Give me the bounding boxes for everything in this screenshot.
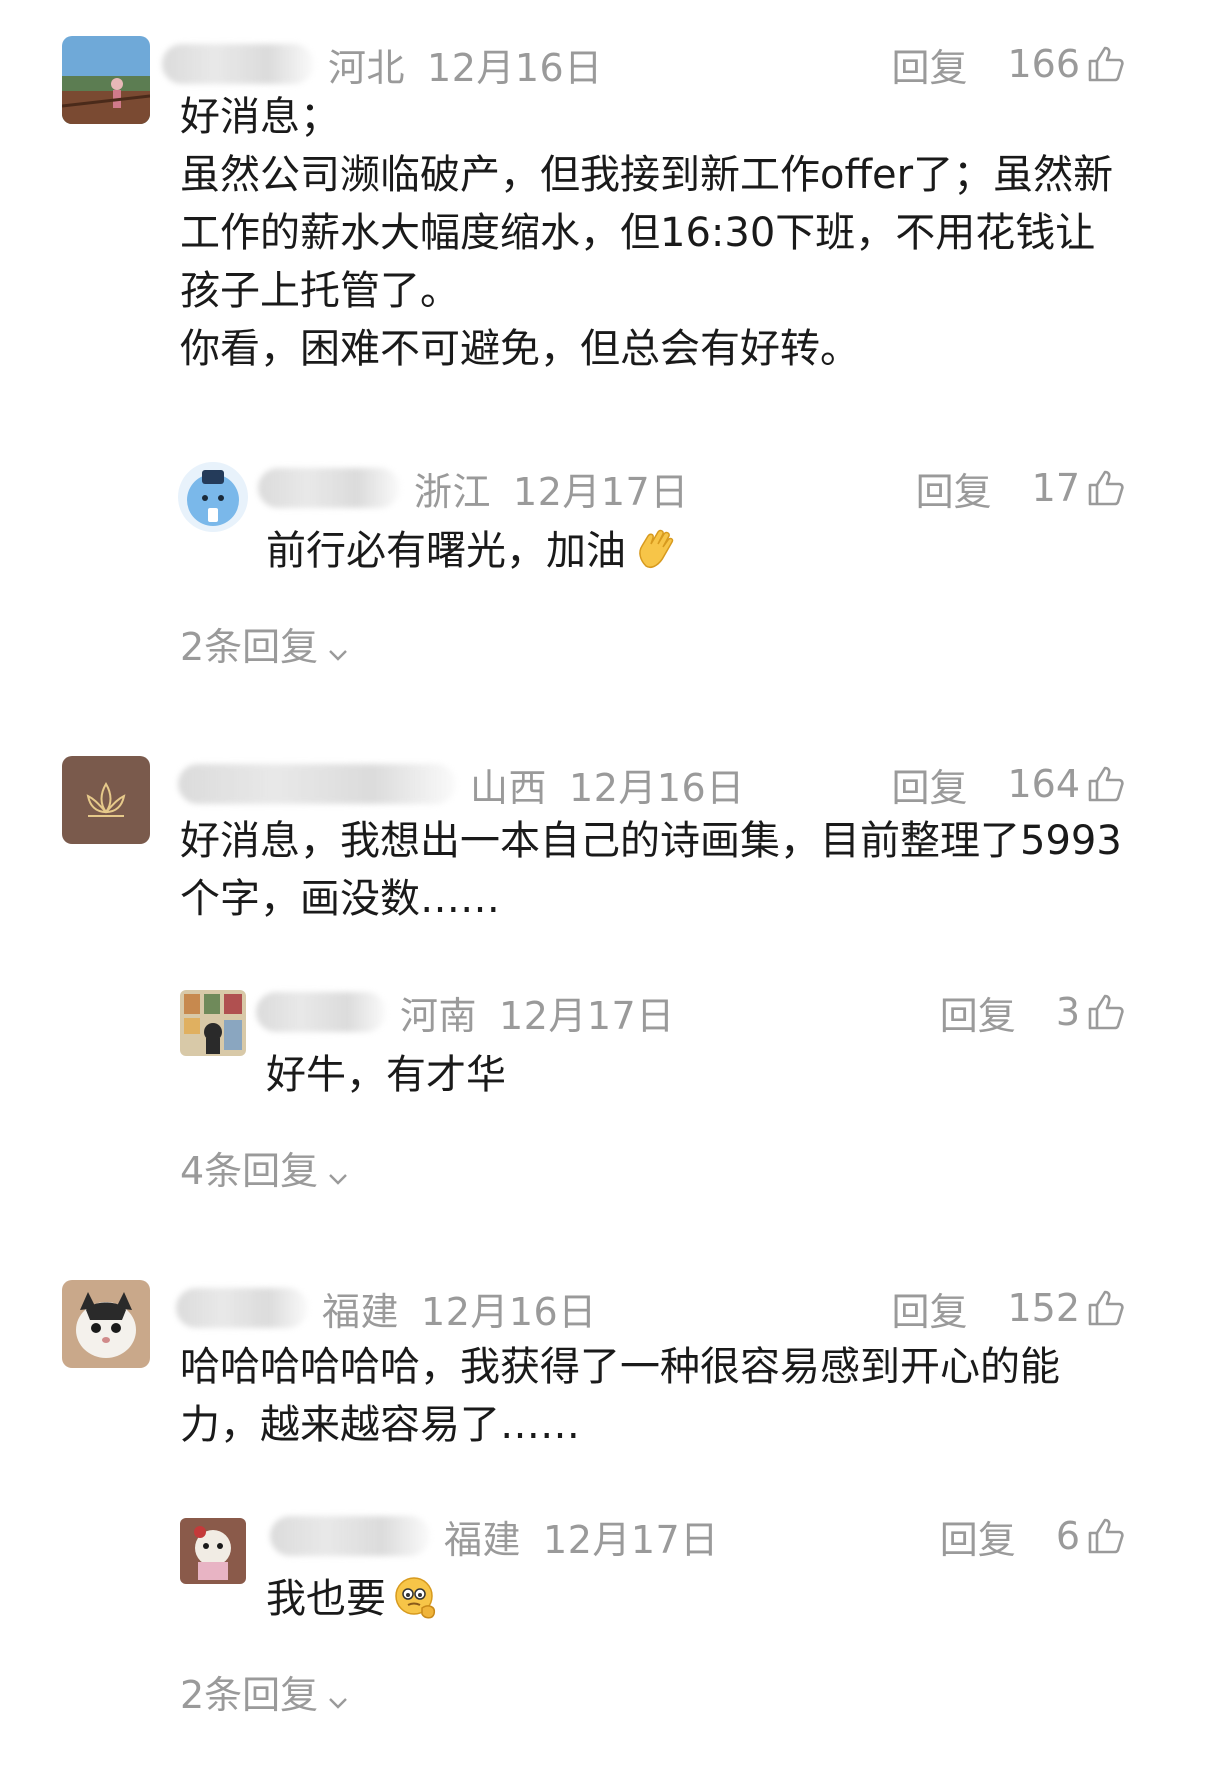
reply-actions: 回复 6 bbox=[940, 1508, 1126, 1564]
comment-body-line: 好消息； bbox=[180, 94, 340, 140]
chevron-down-icon bbox=[326, 1156, 350, 1185]
reply-text: 好牛，有才华 bbox=[266, 1052, 506, 1098]
reply-button[interactable]: 回复 bbox=[916, 461, 992, 516]
comment-meta: 福建 12月16日 bbox=[176, 1280, 597, 1336]
date-label: 12月17日 bbox=[543, 1517, 719, 1562]
location-label: 河北 bbox=[328, 45, 406, 90]
date-label: 12月17日 bbox=[513, 469, 689, 514]
like-count: 17 bbox=[1031, 466, 1080, 510]
reply-button[interactable]: 回复 bbox=[891, 37, 967, 92]
reply-body: 我也要 bbox=[266, 1570, 440, 1628]
like-count: 3 bbox=[1055, 990, 1080, 1034]
thumbs-up-icon[interactable] bbox=[1086, 44, 1126, 84]
reply-button[interactable]: 回复 bbox=[891, 757, 967, 812]
thumbs-up-icon[interactable] bbox=[1086, 992, 1126, 1032]
date-label: 12月16日 bbox=[569, 765, 745, 810]
more-replies-link[interactable]: 2条回复 bbox=[180, 1664, 350, 1719]
comment-body-line: 你看，困难不可避免，但总会有好转。 bbox=[180, 326, 860, 372]
reply-avatar[interactable] bbox=[180, 1518, 246, 1584]
username-blurred[interactable] bbox=[270, 1516, 430, 1556]
reply-button[interactable]: 回复 bbox=[940, 985, 1016, 1040]
comment-body: 哈哈哈哈哈哈，我获得了一种很容易感到开心的能力，越来越容易了…… bbox=[180, 1338, 1130, 1454]
thinking-face-emoji bbox=[392, 1574, 440, 1622]
more-replies-link[interactable]: 2条回复 bbox=[180, 616, 350, 671]
reply-meta: 河南 12月17日 bbox=[256, 984, 675, 1040]
avatar[interactable] bbox=[62, 756, 150, 844]
reply-text: 前行必有曙光，加油 bbox=[266, 528, 626, 574]
comment-thread-page: 河北 12月16日 回复 166 好消息； 虽然公司濒临破产，但我接到新工作of… bbox=[0, 0, 1206, 1771]
comment-body-line: 虽然公司濒临破产，但我接到新工作offer了；虽然新工作的薪水大幅度缩水，但16… bbox=[180, 152, 1114, 314]
comment-body: 好消息，我想出一本自己的诗画集，目前整理了5993个字，画没数…… bbox=[180, 812, 1130, 928]
reply-button[interactable]: 回复 bbox=[940, 1509, 1016, 1564]
reply-body: 前行必有曙光，加油 bbox=[266, 522, 680, 580]
more-replies-label: 4条回复 bbox=[180, 1149, 319, 1193]
reply-button[interactable]: 回复 bbox=[891, 1281, 967, 1336]
chevron-down-icon bbox=[326, 632, 350, 661]
comment-body: 好消息； 虽然公司濒临破产，但我接到新工作offer了；虽然新工作的薪水大幅度缩… bbox=[180, 88, 1130, 378]
thumbs-up-icon[interactable] bbox=[1086, 1516, 1126, 1556]
reply-body: 好牛，有才华 bbox=[266, 1046, 506, 1104]
comment-meta: 山西 12月16日 bbox=[178, 756, 745, 812]
username-blurred[interactable] bbox=[162, 44, 314, 84]
username-blurred[interactable] bbox=[176, 1288, 308, 1328]
comment-body-line: 哈哈哈哈哈哈，我获得了一种很容易感到开心的能力，越来越容易了…… bbox=[180, 1344, 1060, 1448]
like-count: 164 bbox=[1007, 762, 1080, 806]
waving-hand-emoji bbox=[632, 526, 680, 574]
like-count: 166 bbox=[1007, 42, 1080, 86]
location-label: 福建 bbox=[322, 1289, 400, 1334]
comment-body-line: 好消息，我想出一本自己的诗画集，目前整理了5993个字，画没数…… bbox=[180, 818, 1122, 922]
date-label: 12月17日 bbox=[499, 993, 675, 1038]
comment-actions: 回复 166 bbox=[891, 36, 1126, 92]
location-label: 福建 bbox=[444, 1517, 522, 1562]
more-replies-label: 2条回复 bbox=[180, 625, 319, 669]
chevron-down-icon bbox=[326, 1680, 350, 1709]
more-replies-label: 2条回复 bbox=[180, 1673, 319, 1717]
reply-meta: 浙江 12月17日 bbox=[258, 460, 689, 516]
avatar[interactable] bbox=[62, 36, 150, 124]
reply-meta: 福建 12月17日 bbox=[270, 1508, 719, 1564]
username-blurred[interactable] bbox=[178, 764, 456, 804]
location-label: 浙江 bbox=[414, 469, 492, 514]
date-label: 12月16日 bbox=[427, 45, 603, 90]
comment-actions: 回复 152 bbox=[891, 1280, 1126, 1336]
thumbs-up-icon[interactable] bbox=[1086, 764, 1126, 804]
like-count: 152 bbox=[1007, 1286, 1080, 1330]
like-count: 6 bbox=[1055, 1514, 1080, 1558]
date-label: 12月16日 bbox=[421, 1289, 597, 1334]
username-blurred[interactable] bbox=[258, 468, 400, 508]
avatar[interactable] bbox=[62, 1280, 150, 1368]
reply-text: 我也要 bbox=[266, 1576, 386, 1622]
location-label: 河南 bbox=[400, 993, 478, 1038]
reply-actions: 回复 17 bbox=[916, 460, 1126, 516]
username-blurred[interactable] bbox=[256, 992, 386, 1032]
reply-avatar[interactable] bbox=[178, 462, 248, 532]
thumbs-up-icon[interactable] bbox=[1086, 468, 1126, 508]
comment-actions: 回复 164 bbox=[891, 756, 1126, 812]
comment-meta: 河北 12月16日 bbox=[162, 36, 603, 92]
more-replies-link[interactable]: 4条回复 bbox=[180, 1140, 350, 1195]
reply-avatar[interactable] bbox=[180, 990, 246, 1056]
reply-actions: 回复 3 bbox=[940, 984, 1126, 1040]
location-label: 山西 bbox=[470, 765, 548, 810]
thumbs-up-icon[interactable] bbox=[1086, 1288, 1126, 1328]
